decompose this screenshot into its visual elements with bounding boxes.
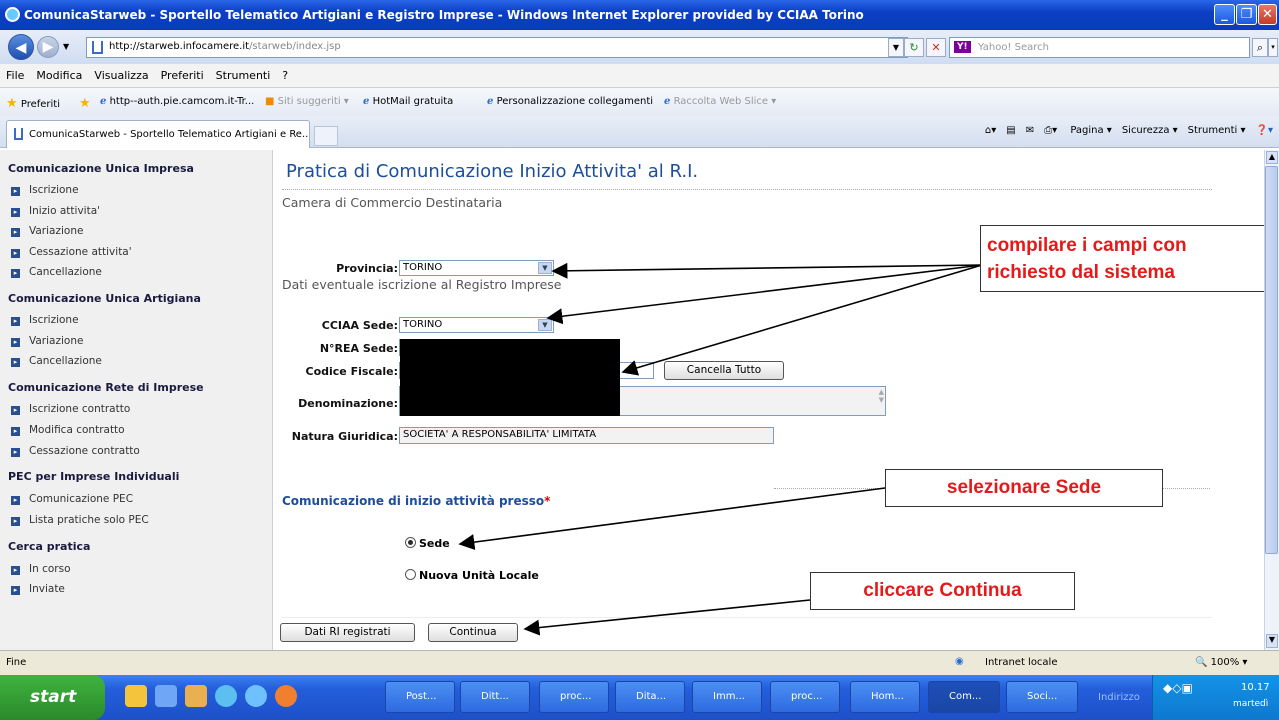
callout-seleziona: selezionare Sede xyxy=(885,469,1163,507)
tray-icons[interactable]: ◆◇▣ xyxy=(1163,681,1193,695)
arrow-to-provincia xyxy=(551,262,983,279)
arrow-to-sede xyxy=(458,487,886,551)
taskbar-item[interactable]: Hom... xyxy=(850,681,920,713)
callout-compila-line2: richiesto dal sistema xyxy=(987,262,1175,283)
clock-time: 10.17 xyxy=(1241,682,1270,693)
callout-compila-line1: compilare i campi con xyxy=(987,235,1187,256)
scrollbar-thumb[interactable] xyxy=(1265,166,1278,554)
arrow-to-continua xyxy=(523,599,811,636)
scroll-down-icon[interactable]: ▼ xyxy=(1266,634,1278,648)
callout-clicca: cliccare Continua xyxy=(810,572,1075,610)
quicklaunch-icon[interactable] xyxy=(125,685,147,707)
scroll-up-icon[interactable]: ▲ xyxy=(1266,151,1278,164)
annotation-arrows xyxy=(458,262,983,636)
quicklaunch-icon[interactable] xyxy=(185,685,207,707)
callout-compila: compilare i campi con richiesto dal sist… xyxy=(980,225,1279,292)
quicklaunch-icon[interactable] xyxy=(155,685,177,707)
intranet-icon: ◉ xyxy=(955,656,964,667)
taskbar-item[interactable]: proc... xyxy=(539,681,609,713)
media-player-icon[interactable] xyxy=(215,685,237,707)
taskbar-item[interactable]: Ditt... xyxy=(460,681,530,713)
taskbar-item[interactable]: Post... xyxy=(385,681,455,713)
status-text: Fine xyxy=(6,657,27,668)
system-tray: ◆◇▣ 10.17 martedì xyxy=(1152,675,1279,720)
zone-text: Intranet locale xyxy=(985,657,1058,668)
address-toolbar-label: Indirizzo xyxy=(1098,692,1140,703)
ie-icon[interactable] xyxy=(245,685,267,707)
arrow-to-cciaa xyxy=(546,264,983,325)
taskbar-item[interactable]: Imm... xyxy=(692,681,762,713)
zoom-control[interactable]: 🔍 100% ▾ xyxy=(1195,657,1247,668)
taskbar-item[interactable]: Dita... xyxy=(615,681,685,713)
taskbar-item[interactable]: proc... xyxy=(770,681,840,713)
firefox-icon[interactable] xyxy=(275,685,297,707)
taskbar-item-active[interactable]: Com... xyxy=(928,681,1000,713)
taskbar-item[interactable]: Soci... xyxy=(1006,681,1078,713)
zoom-value: 100% xyxy=(1210,657,1240,668)
status-bar: Fine ◉ Intranet locale 🔍 100% ▾ xyxy=(0,650,1279,675)
taskbar: start Post... Ditt... proc... Dita... Im… xyxy=(0,675,1279,720)
start-button[interactable]: start xyxy=(0,675,105,720)
arrow-to-codice-fiscale xyxy=(621,264,983,376)
clock-day: martedì xyxy=(1233,699,1269,709)
